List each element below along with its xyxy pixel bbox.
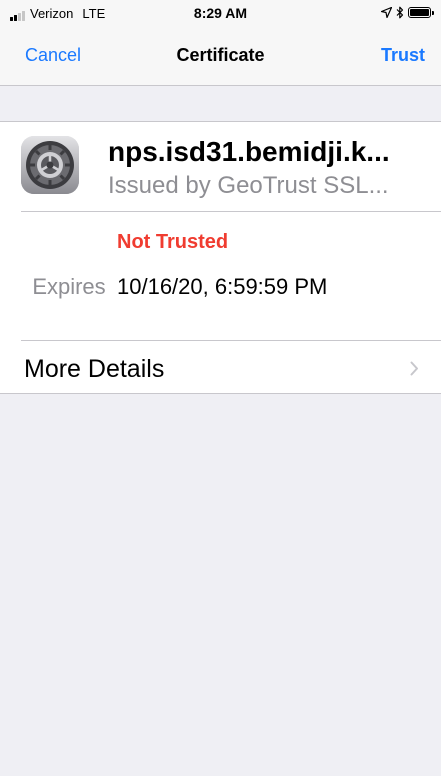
location-arrow-icon [381,7,392,18]
page-title: Certificate [176,45,265,65]
status-time: 8:29 AM [193,5,248,21]
settings-gear-icon [21,136,79,194]
trust-button[interactable]: Trust [381,45,425,66]
chevron-right-icon [410,361,418,376]
more-details-label: More Details [24,355,165,383]
expires-value: 10/16/20, 6:59:59 PM [117,274,328,299]
divider [21,211,441,212]
trust-status: Not Trusted [117,231,229,253]
expires-label: Expires [32,274,106,299]
status-bar: Verizon LTE 8:29 AM [0,0,441,26]
battery-fill [410,9,429,16]
battery-icon [408,7,434,18]
status-bar-right [381,6,434,19]
certificate-card: nps.isd31.bemidji.k... Issued by GeoTrus… [0,121,441,394]
certificate-domain: nps.isd31.bemidji.k... [108,136,390,167]
navigation-bar: Cancel Certificate Trust [0,26,441,86]
more-details-row[interactable]: More Details [0,341,441,395]
certificate-header: nps.isd31.bemidji.k... Issued by GeoTrus… [0,122,441,211]
bluetooth-icon [396,6,404,19]
certificate-issuer: Issued by GeoTrust SSL... [108,172,389,199]
